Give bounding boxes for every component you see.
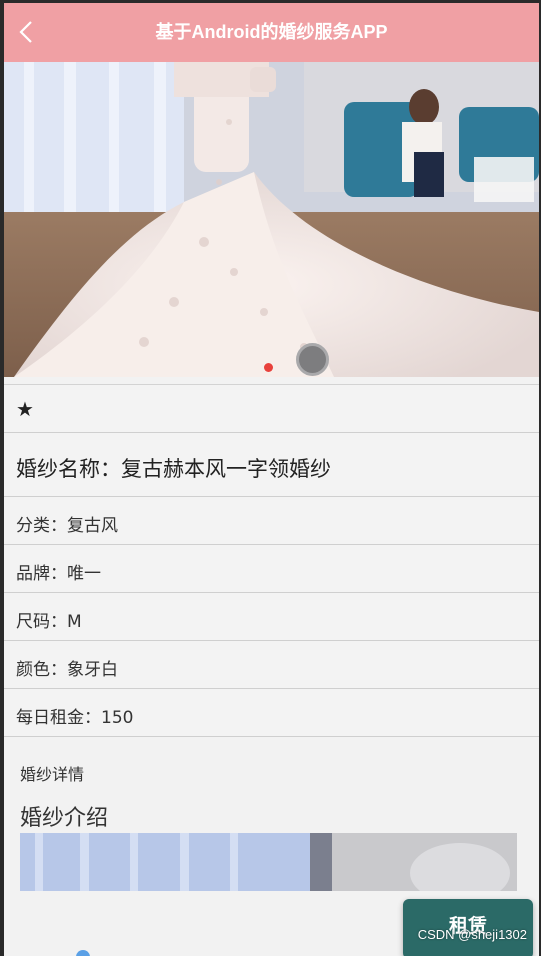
app-screen: 基于Android的婚纱服务APP ★ 婚纱名称：复古赫本风一字领婚纱 分类：复… <box>4 3 539 956</box>
color-text: 颜色：象牙白 <box>16 660 118 680</box>
daily-rent-row: 每日租金：150 <box>4 689 539 737</box>
dress-name-row: 婚纱名称：复古赫本风一字领婚纱 <box>4 433 539 497</box>
star-icon[interactable]: ★ <box>16 397 34 421</box>
wedding-dress-photo <box>4 62 539 377</box>
app-header: 基于Android的婚纱服务APP <box>4 3 539 62</box>
size-text: 尺码：M <box>16 612 82 632</box>
daily-rent-text: 每日租金：150 <box>16 708 134 728</box>
category-row: 分类：复古风 <box>4 497 539 545</box>
dress-name: 婚纱名称：复古赫本风一字领婚纱 <box>16 457 331 481</box>
page-title: 基于Android的婚纱服务APP <box>155 22 388 42</box>
detail-photo <box>20 833 517 891</box>
intro-title: 婚纱介绍 <box>20 806 109 831</box>
floating-ball-button[interactable] <box>296 343 329 376</box>
size-row: 尺码：M <box>4 593 539 641</box>
color-row: 颜色：象牙白 <box>4 641 539 689</box>
carousel-indicator-active[interactable] <box>264 363 273 372</box>
category-text: 分类：复古风 <box>16 516 118 536</box>
detail-section-label: 婚纱详情 <box>20 765 85 784</box>
dress-image-carousel[interactable] <box>4 62 539 377</box>
brand-text: 品牌：唯一 <box>16 564 101 584</box>
favorite-row: ★ <box>4 384 539 433</box>
brand-row: 品牌：唯一 <box>4 545 539 593</box>
scroll-indicator <box>76 950 90 956</box>
watermark: CSDN @sheji1302 <box>417 927 527 942</box>
